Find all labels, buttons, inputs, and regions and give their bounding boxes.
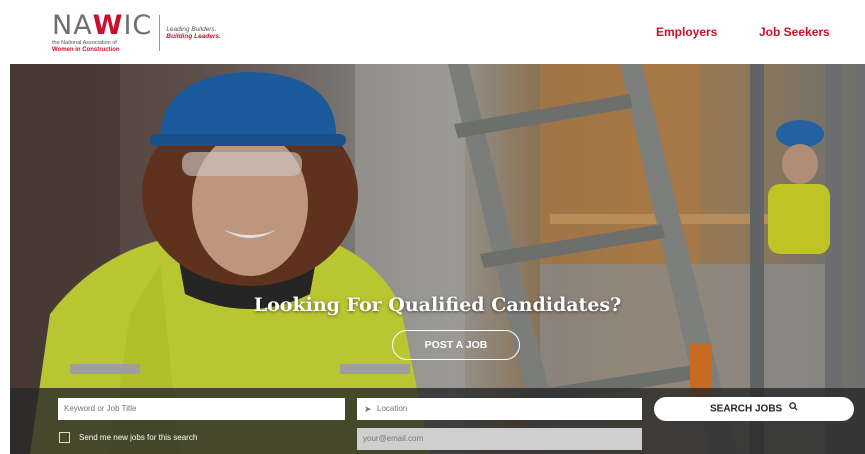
post-a-job-button[interactable]: POST A JOB: [392, 330, 520, 360]
logo-subtitle: the National Association of: [52, 40, 117, 46]
logo-text-start: NA: [52, 10, 93, 41]
location-input[interactable]: [357, 398, 642, 420]
job-search-bar: ➤ SEARCH JOBS Send me new jobs for this …: [10, 388, 865, 454]
site-header: NAWIC the National Association of Women …: [0, 0, 865, 64]
logo-text-w: W: [92, 10, 124, 41]
logo-tagline-1: Leading Builders.: [166, 25, 217, 33]
logo-divider: [159, 15, 161, 51]
email-input[interactable]: [357, 428, 642, 450]
logo-tagline: Leading Builders. Building Leaders.: [166, 26, 221, 41]
logo-text: NAWIC: [52, 12, 152, 39]
nav-job-seekers-link[interactable]: Job Seekers: [759, 25, 830, 39]
job-alert-checkbox[interactable]: [59, 432, 70, 443]
nawic-logo[interactable]: NAWIC the National Association of Women …: [52, 8, 221, 58]
nav-employers-link[interactable]: Employers: [656, 25, 717, 39]
magnifier-icon: [789, 397, 798, 421]
logo-wordmark: NAWIC the National Association of Women …: [52, 12, 152, 54]
logo-subtitle-bold: Women in Construction: [52, 47, 120, 53]
search-jobs-button[interactable]: SEARCH JOBS: [654, 397, 854, 421]
hero-title: Looking For Qualified Candidates?: [253, 294, 622, 316]
logo-text-end: IC: [123, 10, 153, 41]
search-jobs-label: SEARCH JOBS: [709, 403, 783, 415]
logo-tagline-2: Building Leaders.: [166, 33, 221, 40]
job-alert-label: Send me new jobs for this search: [79, 433, 198, 442]
location-arrow-icon: ➤: [364, 404, 372, 414]
keyword-input[interactable]: [58, 398, 345, 420]
